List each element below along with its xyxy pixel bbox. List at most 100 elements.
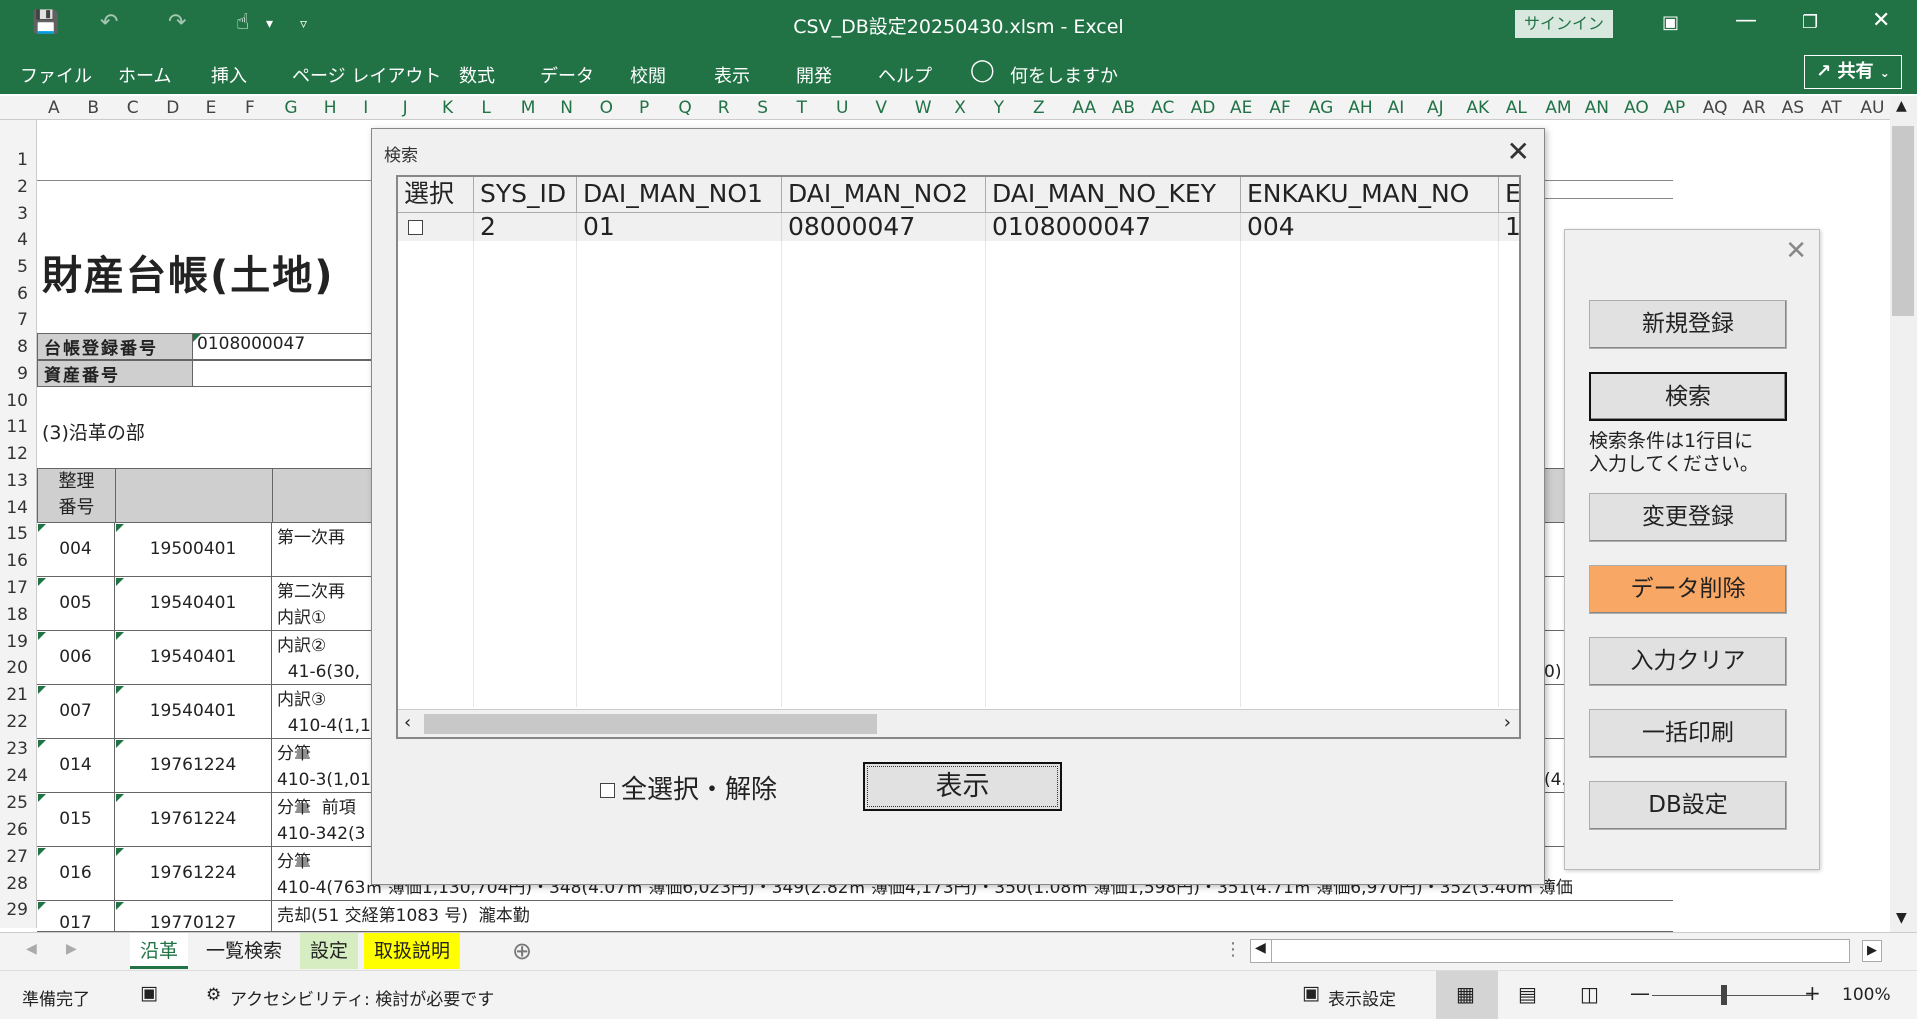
- tab-file[interactable]: ファイル: [20, 62, 92, 88]
- column-header-o[interactable]: O: [600, 98, 613, 118]
- share-button[interactable]: ↗ 共有 ⌄: [1804, 55, 1902, 89]
- row-header[interactable]: 27: [6, 847, 28, 867]
- page-layout-view-icon[interactable]: ▤: [1518, 982, 1537, 1006]
- date-cell[interactable]: 19540401: [115, 685, 272, 738]
- seq-no-cell[interactable]: 017: [37, 901, 115, 933]
- column-header[interactable]: DAI_MAN_NO2: [782, 177, 986, 212]
- column-header-ao[interactable]: AO: [1624, 98, 1649, 118]
- column-header-ah[interactable]: AH: [1348, 98, 1372, 118]
- column-header-ac[interactable]: AC: [1151, 98, 1174, 118]
- db-settings-button[interactable]: DB設定: [1589, 781, 1787, 830]
- column-header-ar[interactable]: AR: [1742, 98, 1765, 118]
- horizontal-sheet-scrollbar[interactable]: ◀: [1250, 939, 1850, 963]
- signin-button[interactable]: サインイン: [1515, 10, 1613, 38]
- tab-page-layout[interactable]: ページ レイアウト: [292, 62, 441, 88]
- column-header-c[interactable]: C: [127, 98, 139, 118]
- scroll-left-icon[interactable]: ‹: [404, 712, 411, 733]
- accessibility-status[interactable]: アクセシビリティ: 検討が必要です: [230, 985, 494, 1010]
- tab-scroll-left-icon[interactable]: ◀: [26, 941, 37, 957]
- column-header-ab[interactable]: AB: [1112, 98, 1135, 118]
- sheet-tab-list-search[interactable]: 一覧検索: [196, 933, 292, 969]
- seq-no-cell[interactable]: 006: [37, 631, 115, 684]
- tab-insert[interactable]: 挿入: [211, 62, 247, 88]
- column-header-aj[interactable]: AJ: [1427, 98, 1444, 118]
- clear-input-button[interactable]: 入力クリア: [1589, 637, 1787, 686]
- column-header-z[interactable]: Z: [1033, 98, 1045, 118]
- column-header-ap[interactable]: AP: [1663, 98, 1685, 118]
- seq-no-cell[interactable]: 007: [37, 685, 115, 738]
- tab-help[interactable]: ヘルプ: [878, 62, 932, 88]
- date-cell[interactable]: 19770127: [115, 901, 272, 933]
- search-button[interactable]: 検索: [1589, 372, 1787, 421]
- seq-no-cell[interactable]: 015: [37, 793, 115, 846]
- column-header-g[interactable]: G: [284, 98, 297, 118]
- row-header[interactable]: 19: [6, 632, 28, 652]
- column-header-ad[interactable]: AD: [1191, 98, 1216, 118]
- column-header-f[interactable]: F: [245, 98, 255, 118]
- column-header-an[interactable]: AN: [1585, 98, 1609, 118]
- row-header[interactable]: 20: [6, 658, 28, 678]
- column-header-at[interactable]: AT: [1821, 98, 1842, 118]
- column-header-aa[interactable]: AA: [1072, 98, 1096, 118]
- checkbox-icon[interactable]: [408, 220, 423, 235]
- sheet-tab-settings[interactable]: 設定: [300, 933, 359, 969]
- seq-no-cell[interactable]: 004: [37, 523, 115, 576]
- ledger-no-value[interactable]: 0108000047: [192, 333, 372, 360]
- row-header[interactable]: 18: [6, 605, 28, 625]
- seq-no-cell[interactable]: 005: [37, 577, 115, 630]
- column-header-ai[interactable]: AI: [1388, 98, 1405, 118]
- minimize-icon[interactable]: —: [1735, 8, 1757, 33]
- seq-no-cell[interactable]: 014: [37, 739, 115, 792]
- show-button[interactable]: 表示: [863, 762, 1062, 811]
- select-all-checkbox[interactable]: 全選択・解除: [600, 769, 777, 806]
- scroll-thumb[interactable]: [1892, 126, 1914, 316]
- column-header-v[interactable]: V: [875, 98, 887, 118]
- column-header-as[interactable]: AS: [1782, 98, 1804, 118]
- description-cell[interactable]: 分筆 410-3(1,01: [277, 741, 371, 793]
- description-cell[interactable]: 第二次再 内訳①: [277, 579, 345, 631]
- description-cell[interactable]: 第一次再: [277, 525, 345, 551]
- row-checkbox[interactable]: [398, 213, 474, 241]
- macro-record-icon[interactable]: ▣: [140, 982, 158, 1004]
- results-listbox[interactable]: 選択 SYS_ID DAI_MAN_NO1 DAI_MAN_NO2 DAI_MAN_NO…: [396, 175, 1521, 739]
- column-header-am[interactable]: AM: [1545, 98, 1571, 118]
- row-header[interactable]: 25: [6, 793, 28, 813]
- column-header[interactable]: DAI_MAN_NO_KEY: [986, 177, 1241, 212]
- tab-formulas[interactable]: 数式: [459, 62, 495, 88]
- scroll-left-icon[interactable]: ◀: [1255, 940, 1266, 956]
- close-icon[interactable]: ✕: [1785, 236, 1807, 266]
- sheet-tab-enkaku[interactable]: 沿革: [130, 933, 189, 969]
- tab-home[interactable]: ホーム: [118, 62, 171, 88]
- column-header[interactable]: ENKAKU_MAN_NO: [1241, 177, 1499, 212]
- horizontal-scrollbar[interactable]: ‹ ›: [398, 709, 1519, 737]
- vertical-scrollbar[interactable]: ▲ ▼: [1890, 96, 1917, 932]
- row-header[interactable]: 4: [17, 230, 28, 250]
- column-header-s[interactable]: S: [757, 98, 768, 118]
- column-header-x[interactable]: X: [954, 98, 966, 118]
- scroll-thumb[interactable]: [424, 714, 877, 734]
- column-header-h[interactable]: H: [324, 98, 337, 118]
- zoom-out-icon[interactable]: —: [1630, 981, 1650, 1005]
- column-header-m[interactable]: M: [521, 98, 536, 118]
- column-header[interactable]: DAI_MAN_NO1: [577, 177, 782, 212]
- list-item[interactable]: 20108000047010800004700419: [398, 213, 1519, 241]
- column-header-b[interactable]: B: [87, 98, 99, 118]
- row-header[interactable]: 14: [6, 498, 28, 518]
- normal-view-icon[interactable]: ▦: [1456, 982, 1475, 1006]
- column-header-e[interactable]: E: [206, 98, 217, 118]
- new-register-button[interactable]: 新規登録: [1589, 300, 1787, 349]
- column-header-ag[interactable]: AG: [1309, 98, 1334, 118]
- row-header[interactable]: 8: [17, 337, 28, 357]
- add-sheet-icon[interactable]: ⊕: [512, 937, 532, 965]
- row-header[interactable]: 6: [17, 284, 28, 304]
- column-header-i[interactable]: I: [363, 98, 368, 118]
- column-header-al[interactable]: AL: [1506, 98, 1527, 118]
- column-header-l[interactable]: L: [481, 98, 490, 118]
- column-header-af[interactable]: AF: [1269, 98, 1290, 118]
- tab-developer[interactable]: 開発: [796, 62, 832, 88]
- zoom-slider-track[interactable]: [1652, 995, 1812, 996]
- row-header[interactable]: 5: [17, 257, 28, 277]
- column-header-a[interactable]: A: [48, 98, 60, 118]
- checkbox-icon[interactable]: [600, 783, 615, 798]
- row-header[interactable]: 28: [6, 874, 28, 894]
